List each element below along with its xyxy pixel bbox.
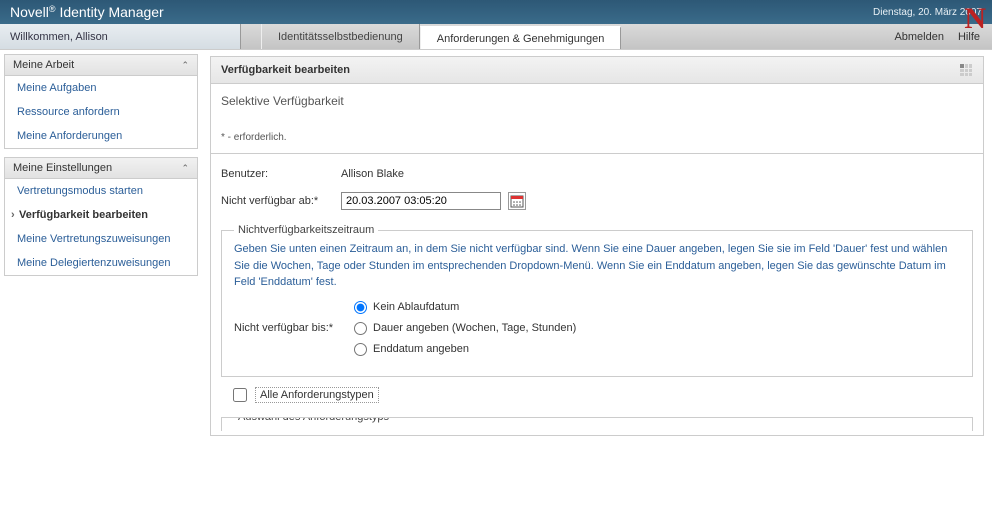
sidebar-section-settings: Meine Einstellungen ⌃ Vertretungsmodus s…: [4, 157, 198, 276]
all-types-label: Alle Anforderungstypen: [255, 387, 379, 403]
user-row: Benutzer: Allison Blake: [221, 168, 973, 180]
user-label: Benutzer:: [221, 168, 341, 180]
radio-enddate-input[interactable]: [354, 343, 367, 356]
radio-no-expiry-input[interactable]: [354, 301, 367, 314]
app-header: Novell® Identity Manager Dienstag, 20. M…: [0, 0, 992, 24]
sidebar-item-my-tasks[interactable]: Meine Aufgaben: [5, 76, 197, 100]
radio-duration[interactable]: Dauer angeben (Wochen, Tage, Stunden): [354, 322, 576, 335]
sidebar-header-settings[interactable]: Meine Einstellungen ⌃: [5, 158, 197, 179]
logout-link[interactable]: Abmelden: [894, 31, 944, 43]
user-value: Allison Blake: [341, 168, 404, 180]
sidebar-item-proxy-assignments[interactable]: Meine Vertretungszuweisungen: [5, 227, 197, 251]
period-legend: Nichtverfügbarkeitszeitraum: [234, 224, 378, 236]
panel-title-bar: Verfügbarkeit bearbeiten: [211, 57, 983, 84]
unavailable-until-row: Nicht verfügbar bis:* Kein Ablaufdatum D…: [234, 301, 960, 356]
welcome-text: Willkommen, Allison: [0, 24, 240, 49]
unavailable-from-label: Nicht verfügbar ab:*: [221, 195, 341, 207]
all-types-checkbox[interactable]: [233, 388, 247, 402]
tab-requests[interactable]: Anforderungen & Genehmigungen: [420, 26, 622, 49]
sidebar-item-my-requests[interactable]: Meine Anforderungen: [5, 124, 197, 148]
chevron-up-icon: ⌃: [181, 60, 189, 71]
app-title: Novell® Identity Manager: [10, 4, 164, 20]
tab-bar: N Identitätsselbstbedienung Anforderunge…: [240, 24, 992, 49]
layout-grid-icon[interactable]: [959, 63, 973, 77]
sidebar-item-request-resource[interactable]: Ressource anfordern: [5, 100, 197, 124]
novell-n-logo: N: [964, 2, 986, 36]
unavailable-from-input[interactable]: [341, 192, 501, 210]
panel-title: Verfügbarkeit bearbeiten: [221, 64, 350, 76]
required-note: * - erforderlich.: [221, 132, 973, 143]
unavailable-until-label: Nicht verfügbar bis:*: [234, 322, 354, 334]
radio-no-expiry[interactable]: Kein Ablaufdatum: [354, 301, 576, 314]
sidebar-item-edit-availability[interactable]: Verfügbarkeit bearbeiten: [5, 203, 197, 227]
chevron-up-icon: ⌃: [181, 163, 189, 174]
calendar-icon[interactable]: [508, 192, 526, 210]
sidebar-header-work[interactable]: Meine Arbeit ⌃: [5, 55, 197, 76]
all-types-row: Alle Anforderungstypen: [221, 377, 973, 413]
type-selection-legend: Auswahl des Anforderungstyps: [234, 417, 393, 423]
panel-subtitle: Selektive Verfügbarkeit: [221, 94, 973, 108]
panel-body: Benutzer: Allison Blake Nicht verfügbar …: [211, 154, 983, 435]
main-panel: Verfügbarkeit bearbeiten Selektive Verfü…: [210, 56, 984, 436]
sidebar-item-proxy-mode[interactable]: Vertretungsmodus starten: [5, 179, 197, 203]
period-help-text: Geben Sie unten einen Zeitraum an, in de…: [234, 241, 960, 291]
sub-header: Willkommen, Allison N Identitätsselbstbe…: [0, 24, 992, 50]
unavailable-from-row: Nicht verfügbar ab:*: [221, 192, 973, 210]
sidebar: Meine Arbeit ⌃ Meine Aufgaben Ressource …: [0, 50, 202, 442]
radio-duration-input[interactable]: [354, 322, 367, 335]
content-area: Verfügbarkeit bearbeiten Selektive Verfü…: [202, 50, 992, 442]
radio-enddate[interactable]: Enddatum angeben: [354, 343, 576, 356]
sidebar-section-work: Meine Arbeit ⌃ Meine Aufgaben Ressource …: [4, 54, 198, 149]
type-selection-fieldset: Auswahl des Anforderungstyps: [221, 417, 973, 431]
tab-identity[interactable]: Identitätsselbstbedienung: [261, 24, 420, 49]
sidebar-item-delegate-assignments[interactable]: Meine Delegiertenzuweisungen: [5, 251, 197, 275]
panel-subheader: Selektive Verfügbarkeit * - erforderlich…: [211, 84, 983, 154]
until-radio-group: Kein Ablaufdatum Dauer angeben (Wochen, …: [354, 301, 576, 356]
period-fieldset: Nichtverfügbarkeitszeitraum Geben Sie un…: [221, 230, 973, 377]
